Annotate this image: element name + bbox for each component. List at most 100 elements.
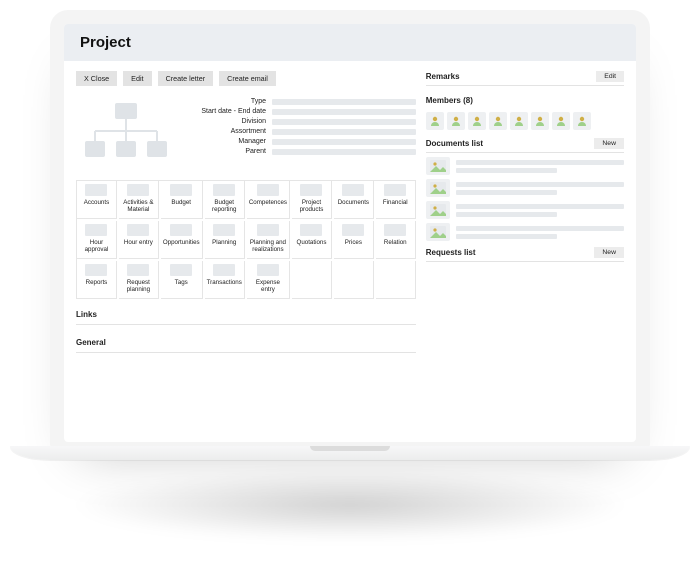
tile-empty — [334, 261, 374, 299]
tile-label: Financial — [383, 199, 408, 206]
tile-label: Budget reporting — [207, 199, 242, 213]
tile-swatch — [85, 264, 107, 276]
field-value-placeholder — [272, 99, 416, 105]
member-avatar[interactable] — [573, 112, 591, 130]
tile-swatch — [384, 184, 406, 196]
tile-budget-reporting[interactable]: Budget reporting — [205, 181, 245, 219]
tile-label: Budget — [171, 199, 191, 206]
requests-new-button[interactable]: New — [594, 247, 624, 258]
document-lines — [456, 226, 624, 239]
document-row[interactable] — [426, 223, 624, 241]
tile-label: Relation — [384, 239, 407, 246]
field-value-placeholder — [272, 129, 416, 135]
tile-accounts[interactable]: Accounts — [77, 181, 117, 219]
tile-financial[interactable]: Financial — [376, 181, 416, 219]
tile-label: Transactions — [207, 279, 242, 286]
tile-swatch — [300, 224, 322, 236]
tile-label: Project products — [294, 199, 329, 213]
tile-planning-and-realizations[interactable]: Planning and realizations — [247, 221, 290, 259]
field-value-placeholder — [272, 149, 416, 155]
field-value-placeholder — [272, 139, 416, 145]
tile-label: Reports — [86, 279, 108, 286]
tile-swatch — [384, 224, 406, 236]
field-row: Start date - End date — [186, 108, 416, 115]
document-lines — [456, 182, 624, 195]
requests-title: Requests list — [426, 248, 476, 257]
members-list — [426, 112, 624, 130]
member-avatar[interactable] — [510, 112, 528, 130]
tile-budget[interactable]: Budget — [161, 181, 203, 219]
tile-documents[interactable]: Documents — [334, 181, 374, 219]
documents-title: Documents list — [426, 139, 483, 148]
field-row: Division — [186, 118, 416, 125]
requests-header: Requests list New — [426, 247, 624, 262]
tile-swatch — [85, 184, 107, 196]
tile-opportunities[interactable]: Opportunities — [161, 221, 203, 259]
image-icon — [426, 179, 450, 197]
image-icon — [426, 201, 450, 219]
document-row[interactable] — [426, 157, 624, 175]
field-value-placeholder — [272, 119, 416, 125]
tile-tags[interactable]: Tags — [161, 261, 203, 299]
tile-relation[interactable]: Relation — [376, 221, 416, 259]
tile-label: Planning and realizations — [249, 239, 287, 253]
field-row: Manager — [186, 138, 416, 145]
close-button[interactable]: X Close — [76, 71, 117, 86]
member-avatar[interactable] — [489, 112, 507, 130]
create-letter-button[interactable]: Create letter — [158, 71, 214, 86]
tile-swatch — [257, 264, 279, 276]
member-avatar[interactable] — [468, 112, 486, 130]
image-icon — [426, 223, 450, 241]
tile-expense-entry[interactable]: Expense entry — [247, 261, 290, 299]
tile-swatch — [127, 184, 149, 196]
member-avatar[interactable] — [447, 112, 465, 130]
field-label: Start date - End date — [186, 108, 266, 115]
tile-transactions[interactable]: Transactions — [205, 261, 245, 299]
tile-competences[interactable]: Competences — [247, 181, 290, 219]
remarks-header: Remarks Edit — [426, 71, 624, 86]
tile-label: Prices — [345, 239, 362, 246]
tile-request-planning[interactable]: Request planning — [119, 261, 159, 299]
tile-project-products[interactable]: Project products — [292, 181, 332, 219]
screen: Project X Close Edit Create letter Creat… — [64, 24, 636, 442]
member-avatar[interactable] — [426, 112, 444, 130]
general-section-title: General — [76, 335, 416, 353]
page-title: Project — [64, 24, 636, 61]
tile-reports[interactable]: Reports — [77, 261, 117, 299]
top-info: TypeStart date - End dateDivisionAssortm… — [76, 94, 416, 174]
field-label: Parent — [186, 148, 266, 155]
tile-hour-entry[interactable]: Hour entry — [119, 221, 159, 259]
tile-swatch — [127, 224, 149, 236]
tile-swatch — [342, 224, 364, 236]
edit-button[interactable]: Edit — [123, 71, 151, 86]
links-section-title: Links — [76, 307, 416, 325]
tile-label: Competences — [249, 199, 287, 206]
tile-activities-material[interactable]: Activities & Material — [119, 181, 159, 219]
project-fields: TypeStart date - End dateDivisionAssortm… — [186, 94, 416, 174]
tile-label: Request planning — [121, 279, 156, 293]
members-header: Members (8) — [426, 96, 624, 108]
tile-label: Documents — [338, 199, 369, 206]
member-avatar[interactable] — [531, 112, 549, 130]
tile-quotations[interactable]: Quotations — [292, 221, 332, 259]
documents-list — [426, 157, 624, 241]
documents-new-button[interactable]: New — [594, 138, 624, 149]
tile-hour-approval[interactable]: Hour approval — [77, 221, 117, 259]
remarks-edit-button[interactable]: Edit — [596, 71, 624, 82]
tile-planning[interactable]: Planning — [205, 221, 245, 259]
laptop-frame: Project X Close Edit Create letter Creat… — [50, 10, 650, 450]
remarks-title: Remarks — [426, 72, 460, 81]
create-email-button[interactable]: Create email — [219, 71, 276, 86]
left-column: X Close Edit Create letter Create email — [76, 71, 416, 434]
member-avatar[interactable] — [552, 112, 570, 130]
tile-prices[interactable]: Prices — [334, 221, 374, 259]
field-row: Assortment — [186, 128, 416, 135]
document-row[interactable] — [426, 179, 624, 197]
document-row[interactable] — [426, 201, 624, 219]
tile-empty — [376, 261, 416, 299]
tile-label: Tags — [175, 279, 188, 286]
field-value-placeholder — [272, 109, 416, 115]
document-lines — [456, 204, 624, 217]
tile-label: Quotations — [297, 239, 327, 246]
laptop-shadow — [70, 470, 630, 540]
